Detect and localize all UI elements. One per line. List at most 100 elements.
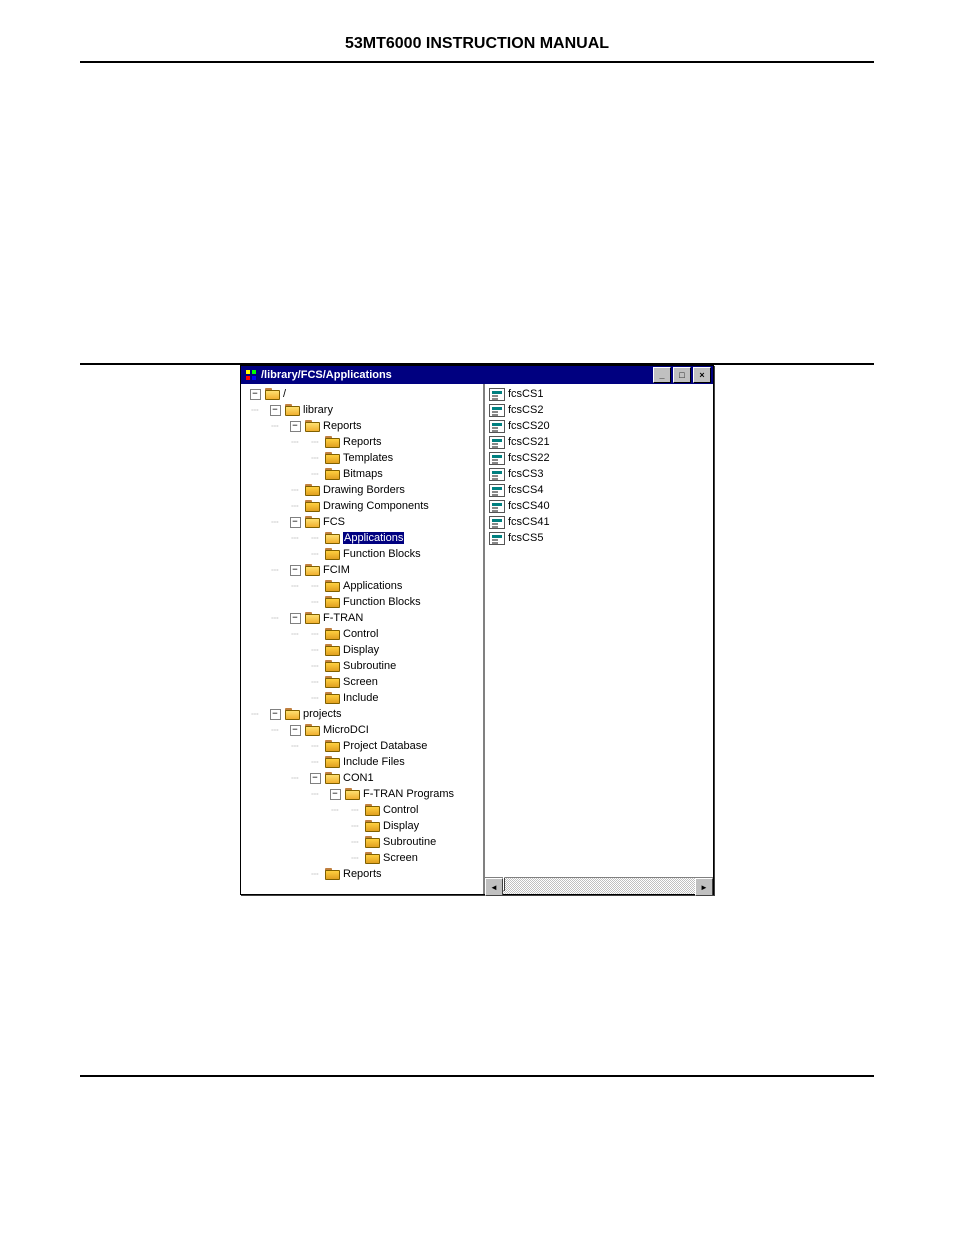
scroll-left-button[interactable]: ◄ xyxy=(485,878,503,896)
folder-icon xyxy=(265,388,280,400)
tree-node-ftran-include[interactable]: ⋅⋅⋅⋅ Include xyxy=(245,690,483,706)
titlebar[interactable]: /library/FCS/Applications _ □ × xyxy=(241,366,713,384)
document-page: 53MT6000 INSTRUCTION MANUAL /library/FCS… xyxy=(0,0,954,1235)
document-icon xyxy=(489,388,505,401)
tree-node-ftran-control[interactable]: ⋅⋅⋅⋅⋅⋅⋅⋅ Control xyxy=(245,626,483,642)
folder-icon xyxy=(305,564,320,576)
document-icon xyxy=(489,404,505,417)
tree-node-fcim-function-blocks[interactable]: ⋅⋅⋅⋅ Function Blocks xyxy=(245,594,483,610)
tree-node-reports-sub[interactable]: ⋅⋅⋅⋅⋅⋅⋅⋅ Reports xyxy=(245,434,483,450)
collapse-icon[interactable]: − xyxy=(290,565,301,576)
file-item[interactable]: fcsCS20 xyxy=(489,418,709,434)
collapse-icon[interactable]: − xyxy=(310,773,321,784)
tree-node-ftran[interactable]: ⋅⋅⋅⋅ − F-TRAN xyxy=(245,610,483,626)
folder-icon xyxy=(365,852,380,864)
tree-node-con1-display[interactable]: ⋅⋅⋅⋅ Display xyxy=(245,818,483,834)
file-label: fcsCS1 xyxy=(508,388,543,400)
folder-icon xyxy=(365,820,380,832)
tree-node-drawing-components[interactable]: ⋅⋅⋅⋅ Drawing Components xyxy=(245,498,483,514)
collapse-icon[interactable]: − xyxy=(290,421,301,432)
collapse-icon[interactable]: − xyxy=(270,405,281,416)
file-item[interactable]: fcsCS22 xyxy=(489,450,709,466)
file-item[interactable]: fcsCS2 xyxy=(489,402,709,418)
file-item[interactable]: fcsCS41 xyxy=(489,514,709,530)
tree-node-microdci[interactable]: ⋅⋅⋅⋅ − MicroDCI xyxy=(245,722,483,738)
file-item[interactable]: fcsCS1 xyxy=(489,386,709,402)
minimize-button[interactable]: _ xyxy=(653,367,671,383)
file-label: fcsCS41 xyxy=(508,516,550,528)
collapse-icon[interactable]: − xyxy=(250,389,261,400)
app-icon xyxy=(243,367,259,383)
file-label: fcsCS2 xyxy=(508,404,543,416)
folder-tree: − / ⋅⋅⋅⋅ − library ⋅⋅⋅⋅ − xyxy=(245,386,483,882)
tree-node-con1[interactable]: ⋅⋅⋅⋅ − CON1 xyxy=(245,770,483,786)
tree-node-con1-screen[interactable]: ⋅⋅⋅⋅ Screen xyxy=(245,850,483,866)
scroll-right-button[interactable]: ► xyxy=(695,878,713,896)
file-label: fcsCS21 xyxy=(508,436,550,448)
folder-icon xyxy=(305,724,320,736)
document-icon xyxy=(489,468,505,481)
collapse-icon[interactable]: − xyxy=(330,789,341,800)
document-icon xyxy=(489,452,505,465)
tree-node-fcs[interactable]: ⋅⋅⋅⋅ − FCS xyxy=(245,514,483,530)
tree-node-include-files[interactable]: ⋅⋅⋅⋅ Include Files xyxy=(245,754,483,770)
scroll-track[interactable] xyxy=(503,878,695,894)
tree-node-reports[interactable]: ⋅⋅⋅⋅ − Reports xyxy=(245,418,483,434)
folder-icon xyxy=(325,660,340,672)
tree-node-ftran-programs[interactable]: ⋅⋅⋅⋅ − F-TRAN Programs xyxy=(245,786,483,802)
tree-node-projects[interactable]: ⋅⋅⋅⋅ − projects xyxy=(245,706,483,722)
collapse-icon[interactable]: − xyxy=(290,613,301,624)
maximize-button[interactable]: □ xyxy=(673,367,691,383)
close-button[interactable]: × xyxy=(693,367,711,383)
file-item[interactable]: fcsCS21 xyxy=(489,434,709,450)
file-item[interactable]: fcsCS5 xyxy=(489,530,709,546)
folder-icon xyxy=(305,516,320,528)
tree-node-drawing-borders[interactable]: ⋅⋅⋅⋅ Drawing Borders xyxy=(245,482,483,498)
folder-icon xyxy=(325,436,340,448)
folder-icon xyxy=(325,452,340,464)
collapse-icon[interactable]: − xyxy=(270,709,281,720)
document-icon xyxy=(489,484,505,497)
document-icon xyxy=(489,500,505,513)
document-icon xyxy=(489,436,505,449)
file-item[interactable]: fcsCS3 xyxy=(489,466,709,482)
document-icon xyxy=(489,532,505,545)
window-title: /library/FCS/Applications xyxy=(259,369,651,381)
tree-node-con1-reports[interactable]: ⋅⋅⋅⋅ Reports xyxy=(245,866,483,882)
folder-icon xyxy=(285,404,300,416)
scroll-thumb[interactable] xyxy=(503,877,505,891)
tree-node-root[interactable]: − / xyxy=(245,386,483,402)
collapse-icon[interactable]: − xyxy=(290,517,301,528)
folder-icon xyxy=(285,708,300,720)
horizontal-scrollbar[interactable]: ◄ ► xyxy=(485,877,713,894)
folder-icon xyxy=(325,532,340,544)
file-item[interactable]: fcsCS4 xyxy=(489,482,709,498)
tree-node-library[interactable]: ⋅⋅⋅⋅ − library xyxy=(245,402,483,418)
folder-icon xyxy=(325,548,340,560)
folder-icon xyxy=(325,676,340,688)
tree-node-con1-subroutine[interactable]: ⋅⋅⋅⋅ Subroutine xyxy=(245,834,483,850)
tree-node-templates[interactable]: ⋅⋅⋅⋅ Templates xyxy=(245,450,483,466)
folder-icon xyxy=(325,756,340,768)
folder-icon xyxy=(345,788,360,800)
tree-node-fcs-applications[interactable]: ⋅⋅⋅⋅⋅⋅⋅⋅ Applications xyxy=(245,530,483,546)
collapse-icon[interactable]: − xyxy=(290,725,301,736)
folder-icon xyxy=(325,628,340,640)
tree-node-ftran-display[interactable]: ⋅⋅⋅⋅ Display xyxy=(245,642,483,658)
tree-node-project-database[interactable]: ⋅⋅⋅⋅⋅⋅⋅⋅ Project Database xyxy=(245,738,483,754)
tree-node-ftran-screen[interactable]: ⋅⋅⋅⋅ Screen xyxy=(245,674,483,690)
tree-node-fcim[interactable]: ⋅⋅⋅⋅ − FCIM xyxy=(245,562,483,578)
tree-node-fcim-applications[interactable]: ⋅⋅⋅⋅⋅⋅⋅⋅ Applications xyxy=(245,578,483,594)
file-item[interactable]: fcsCS40 xyxy=(489,498,709,514)
tree-node-ftran-subroutine[interactable]: ⋅⋅⋅⋅ Subroutine xyxy=(245,658,483,674)
folder-icon xyxy=(325,468,340,480)
file-label: fcsCS4 xyxy=(508,484,543,496)
folder-icon xyxy=(305,612,320,624)
tree-node-fcs-function-blocks[interactable]: ⋅⋅⋅⋅ Function Blocks xyxy=(245,546,483,562)
footer-rule xyxy=(80,1075,874,1077)
file-label: fcsCS20 xyxy=(508,420,550,432)
document-icon xyxy=(489,516,505,529)
tree-node-bitmaps[interactable]: ⋅⋅⋅⋅ Bitmaps xyxy=(245,466,483,482)
folder-icon xyxy=(305,420,320,432)
tree-node-con1-control[interactable]: ⋅⋅⋅⋅⋅⋅⋅⋅ Control xyxy=(245,802,483,818)
